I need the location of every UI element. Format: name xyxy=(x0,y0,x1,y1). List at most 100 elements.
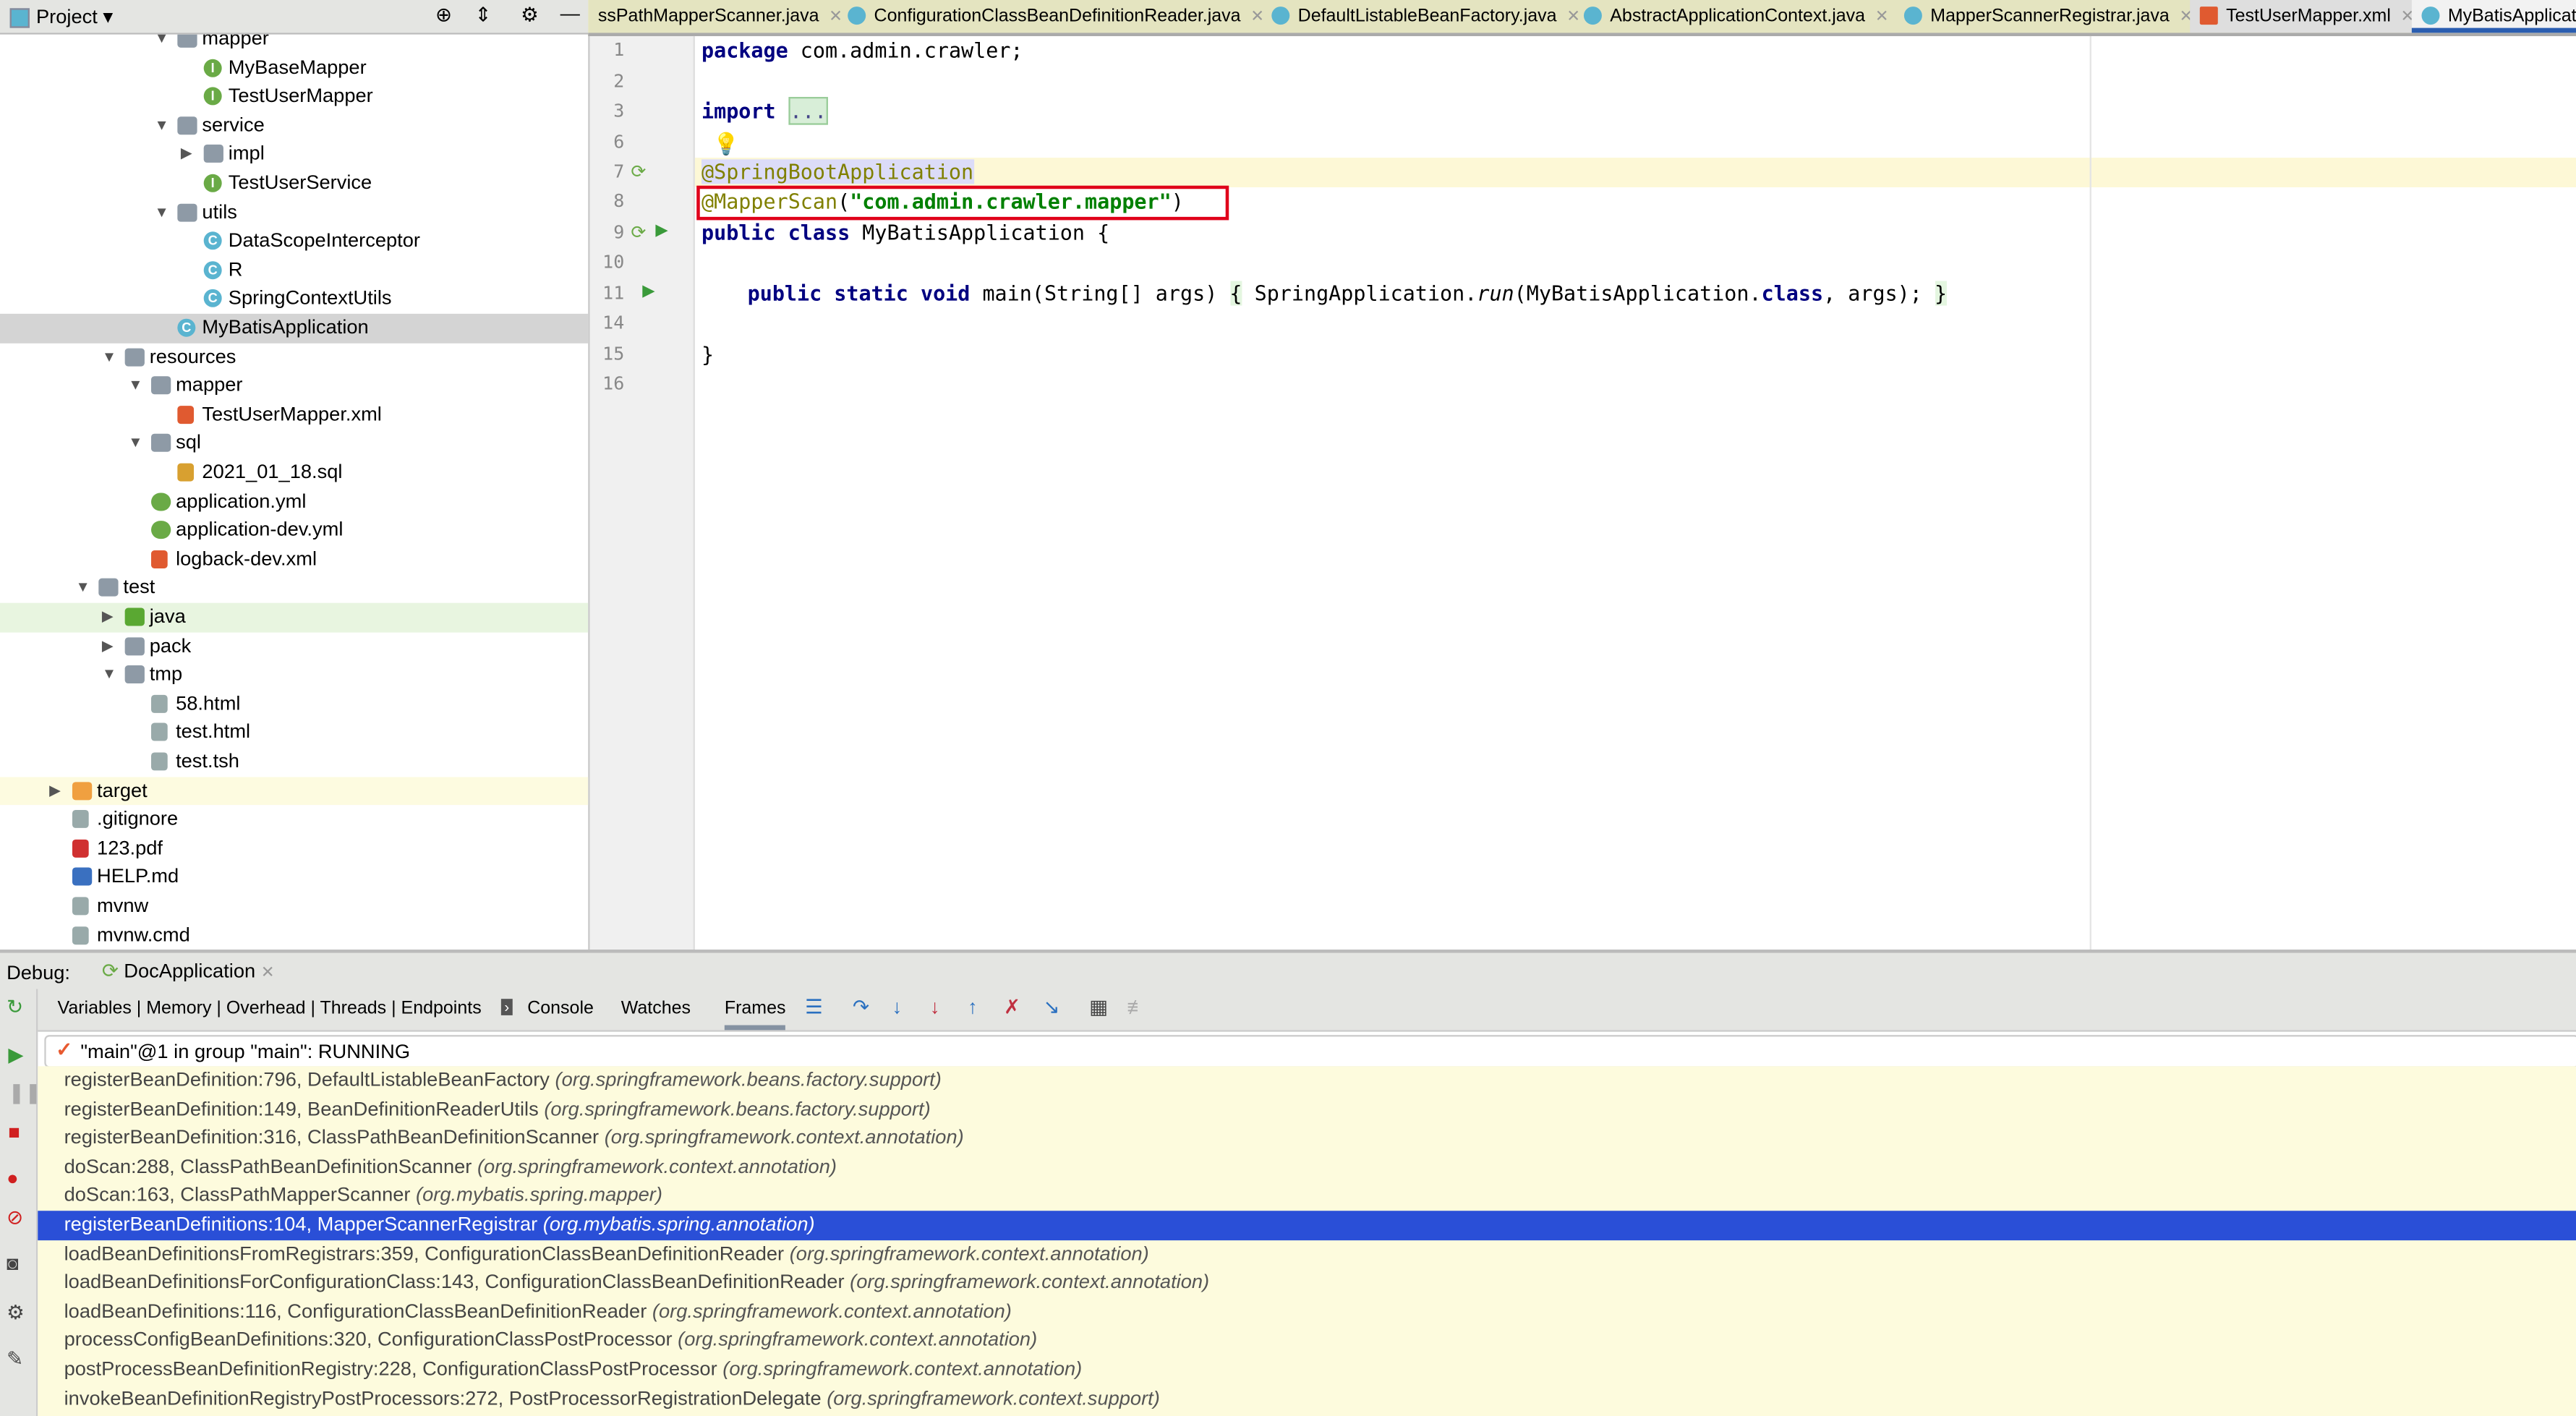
editor-tab[interactable]: ssPathMapperScanner.java ✕ xyxy=(588,0,853,33)
tree-item[interactable]: test.tsh xyxy=(0,748,588,777)
stack-frame[interactable]: registerBeanDefinition:149, BeanDefiniti… xyxy=(64,1095,931,1124)
editor-tab[interactable]: ConfigurationClassBeanDefinitionReader.j… xyxy=(838,0,1274,33)
step-over-icon[interactable]: ↷ xyxy=(853,996,869,1019)
run-icon[interactable]: ▶ xyxy=(642,283,654,301)
rerun-icon[interactable]: ↻ xyxy=(7,996,23,1019)
layout-icon[interactable]: ☰ xyxy=(805,996,822,1019)
project-view-dropdown[interactable]: Project ▾ xyxy=(36,5,113,28)
chevron-right-icon[interactable]: ▶ xyxy=(49,777,61,806)
tree-item[interactable]: ▼ sql xyxy=(0,430,588,459)
stack-frame[interactable]: loadBeanDefinitionsFromRegistrars:359, C… xyxy=(64,1240,1149,1268)
pause-icon[interactable]: ❚❚ xyxy=(8,1081,41,1104)
tree-item[interactable]: I MyBaseMapper xyxy=(0,54,588,82)
chevron-down-icon[interactable]: ▼ xyxy=(155,111,169,140)
run-to-cursor-icon[interactable]: ↘ xyxy=(1044,996,1060,1019)
chevron-right-icon[interactable]: ▶ xyxy=(181,140,192,169)
tree-item[interactable]: C SpringContextUtils xyxy=(0,285,588,314)
sql-file-icon xyxy=(177,463,195,482)
folded-imports[interactable]: ... xyxy=(788,97,829,125)
editor-tab[interactable]: AbstractApplicationContext.java ✕ xyxy=(1574,0,1898,33)
stack-frame[interactable]: doScan:163, ClassPathMapperScanner (org.… xyxy=(64,1182,662,1211)
mute-breakpoints-icon[interactable]: ⊘ xyxy=(7,1206,23,1229)
chevron-down-icon[interactable]: ▼ xyxy=(155,35,169,54)
close-icon[interactable]: ✕ xyxy=(1875,8,1889,26)
tree-item[interactable]: ▶ java xyxy=(0,602,589,632)
tree-item[interactable]: ▼ test xyxy=(0,574,588,603)
chevron-down-icon[interactable]: ▼ xyxy=(102,661,116,690)
tree-item[interactable]: C MyBatisApplication xyxy=(0,313,589,343)
tree-item[interactable]: 2021_01_18.sql xyxy=(0,459,588,487)
tree-item[interactable]: C DataScopeInterceptor xyxy=(0,227,588,256)
stack-frame[interactable]: loadBeanDefinitionsForConfigurationClass… xyxy=(64,1268,1210,1297)
force-step-into-icon[interactable]: ↓ xyxy=(930,996,940,1019)
gear-icon[interactable]: ⚙ xyxy=(521,4,538,27)
chevron-down-icon[interactable]: ▼ xyxy=(155,198,169,227)
stop-icon[interactable]: ■ xyxy=(8,1120,20,1143)
stack-frame[interactable]: registerBeanDefinition:316, ClassPathBea… xyxy=(64,1124,964,1153)
tree-item[interactable]: application.yml xyxy=(0,487,588,516)
tree-item[interactable]: ▼ mapper xyxy=(0,34,588,54)
stack-frame[interactable]: registerBeanDefinition:796, DefaultLista… xyxy=(64,1066,942,1095)
breakpoints-icon[interactable]: ● xyxy=(7,1167,18,1190)
stack-frame[interactable]: doScan:288, ClassPathBeanDefinitionScann… xyxy=(64,1153,837,1182)
lightbulb-icon[interactable]: 💡 xyxy=(713,132,740,158)
tree-item[interactable]: .gitignore xyxy=(0,806,588,835)
stack-frame[interactable]: invokeBeanDefinitionRegistryPostProcesso… xyxy=(64,1384,1160,1413)
tab-variables-group[interactable]: Variables | Memory | Overhead | Threads … xyxy=(58,999,482,1018)
thread-selector[interactable]: ✓ "main"@1 in group "main": RUNNING xyxy=(44,1035,2576,1068)
tree-item[interactable]: test.html xyxy=(0,719,588,748)
chevron-right-icon[interactable]: ▶ xyxy=(102,603,114,632)
tree-item[interactable]: ▶ impl xyxy=(0,140,588,169)
collapse-icon[interactable]: ⇕ xyxy=(475,4,492,27)
tree-item[interactable]: ▼ mapper xyxy=(0,372,588,401)
tree-item[interactable]: mvnw xyxy=(0,892,588,921)
editor-tab[interactable]: DefaultListableBeanFactory.java ✕ xyxy=(1262,0,1590,33)
tree-item[interactable]: I TestUserService xyxy=(0,169,588,198)
tree-item[interactable]: ▶ pack xyxy=(0,632,588,661)
tab-watches[interactable]: Watches xyxy=(621,999,691,1018)
tree-item[interactable]: 123.pdf xyxy=(0,835,588,863)
run-icon[interactable]: ▶ xyxy=(655,222,668,240)
stack-frame[interactable]: postProcessBeanDefinitionRegistry:228, C… xyxy=(64,1355,1083,1384)
step-into-icon[interactable]: ↓ xyxy=(892,996,903,1019)
tree-item[interactable]: HELP.md xyxy=(0,863,588,892)
chevron-right-icon[interactable]: ▶ xyxy=(102,632,114,661)
tree-item[interactable]: CR xyxy=(0,256,588,285)
tree-item[interactable]: TestUserMapper.xml xyxy=(0,401,588,430)
camera-icon[interactable]: ◙ xyxy=(7,1252,18,1275)
minimize-icon[interactable]: — xyxy=(560,1,580,25)
chevron-down-icon[interactable]: ▼ xyxy=(128,372,142,401)
tree-item[interactable]: ▼ resources xyxy=(0,343,588,372)
tree-item[interactable]: ▼ utils xyxy=(0,198,588,227)
resume-icon[interactable]: ▶ xyxy=(8,1044,23,1067)
editor-tab[interactable]: MyBatisApplicat xyxy=(2411,0,2576,33)
tab-frames[interactable]: Frames xyxy=(724,999,786,1031)
tree-item[interactable]: 58.html xyxy=(0,690,588,719)
stack-frame[interactable]: processConfigBeanDefinitions:320, Config… xyxy=(64,1326,1038,1355)
tree-item[interactable]: application-dev.yml xyxy=(0,516,588,545)
crosshair-icon[interactable]: ⊕ xyxy=(435,4,452,27)
editor-tab[interactable]: MapperScannerRegistrar.java ✕ xyxy=(1894,0,2203,33)
spring-bean-icon[interactable]: ⟳ xyxy=(631,161,646,182)
tree-item[interactable]: logback-dev.xml xyxy=(0,545,588,574)
pin-icon[interactable]: ✎ xyxy=(7,1347,23,1370)
settings-icon[interactable]: ⚙ xyxy=(7,1301,24,1324)
tree-item[interactable]: ▶ target xyxy=(0,776,589,806)
tab-console[interactable]: Console xyxy=(527,999,594,1018)
chevron-down-icon[interactable]: ▼ xyxy=(128,430,142,459)
stack-frame[interactable]: registerBeanDefinitions:104, MapperScann… xyxy=(38,1211,2576,1240)
spring-bean-icon[interactable]: ⟳ xyxy=(631,222,646,243)
close-icon[interactable]: ✕ xyxy=(261,964,275,982)
evaluate-icon[interactable]: ▦ xyxy=(1089,996,1108,1019)
drop-frame-icon[interactable]: ✗ xyxy=(1004,996,1020,1019)
tree-item[interactable]: ▼ service xyxy=(0,111,588,140)
tree-item[interactable]: mvnw.cmd xyxy=(0,921,588,950)
editor-tab[interactable]: TestUserMapper.xml ✕ xyxy=(2190,0,2425,33)
step-out-icon[interactable]: ↑ xyxy=(968,996,978,1019)
tree-item[interactable]: ▼ tmp xyxy=(0,661,588,690)
chevron-down-icon[interactable]: ▼ xyxy=(102,343,116,372)
stack-frame[interactable]: loadBeanDefinitions:116, ConfigurationCl… xyxy=(64,1297,1012,1326)
trace-icon[interactable]: ≢ xyxy=(1127,996,1146,1019)
chevron-down-icon[interactable]: ▼ xyxy=(75,574,90,603)
tree-item[interactable]: I TestUserMapper xyxy=(0,82,588,111)
